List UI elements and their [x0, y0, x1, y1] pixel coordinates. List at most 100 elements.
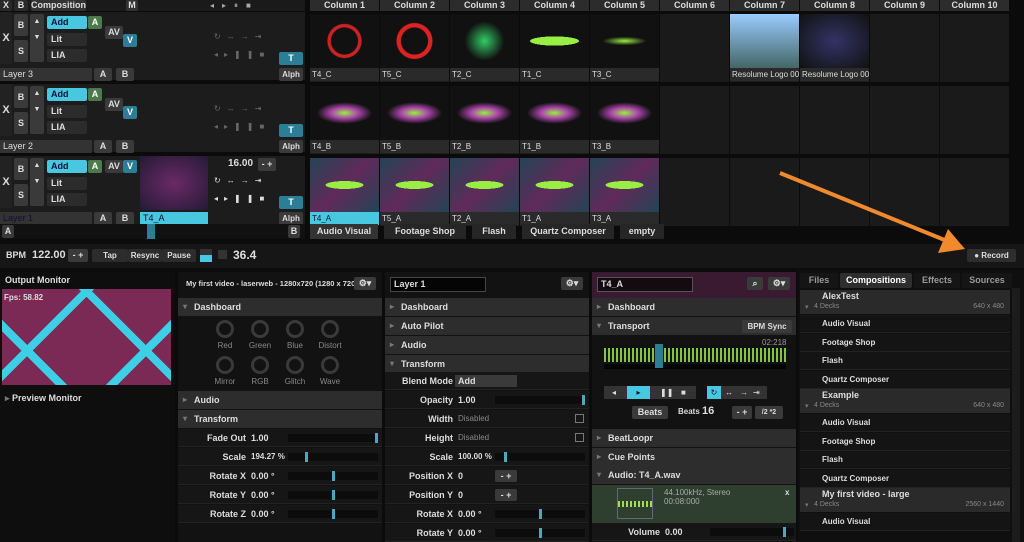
- deck-item[interactable]: Audio Visual: [800, 513, 1010, 531]
- knob-mirror[interactable]: [216, 356, 234, 374]
- section-audio[interactable]: Audio: [178, 391, 382, 409]
- clip-cell[interactable]: [940, 86, 1009, 154]
- av-button[interactable]: AV: [105, 160, 123, 173]
- param-slider[interactable]: [288, 453, 378, 461]
- clip-cell[interactable]: T1_C: [520, 14, 589, 82]
- layer-name[interactable]: Layer 3: [0, 68, 92, 81]
- section-dashboard[interactable]: Dashboard: [385, 298, 589, 316]
- section-transform[interactable]: Transform: [385, 355, 589, 373]
- video-button[interactable]: V: [123, 34, 137, 47]
- deck-tab[interactable]: Footage Shop: [384, 224, 466, 239]
- clip-transport-buttons[interactable]: ◂ ▸ ❚❚ ■: [604, 386, 696, 399]
- slider-handle[interactable]: [539, 528, 542, 538]
- knob-rgb[interactable]: [251, 356, 269, 374]
- column-header[interactable]: Column 5: [590, 0, 659, 11]
- param-value[interactable]: 0.00 °: [251, 505, 275, 523]
- param-stepper[interactable]: - +: [495, 489, 517, 501]
- pause-button[interactable]: Pause: [162, 249, 196, 262]
- crossfader-b[interactable]: B: [288, 225, 300, 238]
- deck-item[interactable]: Flash: [800, 352, 1010, 370]
- collapse-icon[interactable]: ▾: [805, 501, 809, 509]
- slider-handle[interactable]: [582, 395, 585, 405]
- layer-solo-button[interactable]: S: [14, 112, 28, 134]
- section-transform[interactable]: Transform: [178, 410, 382, 428]
- column-header[interactable]: Column 6: [660, 0, 729, 11]
- beats-mode-select[interactable]: Beats: [632, 406, 668, 419]
- deck-item[interactable]: Quartz Composer: [800, 470, 1010, 488]
- clip-cell[interactable]: T5_B: [380, 86, 449, 154]
- deck-tab[interactable]: Audio Visual: [310, 224, 378, 239]
- deck-item[interactable]: Audio Visual: [800, 315, 1010, 333]
- knob-glitch[interactable]: [286, 356, 304, 374]
- param-slider[interactable]: [288, 510, 378, 518]
- composition-group[interactable]: AlexTest▾4 Decks640 x 480: [800, 290, 1010, 314]
- knob-wave[interactable]: [321, 356, 339, 374]
- param-value[interactable]: 194.27 %: [251, 448, 285, 466]
- lia-select[interactable]: LIA: [47, 121, 87, 134]
- section-auto-pilot[interactable]: Auto Pilot: [385, 317, 589, 335]
- param-slider[interactable]: [495, 453, 585, 461]
- tap-button[interactable]: Tap: [92, 249, 128, 262]
- section-audio-file[interactable]: Audio: T4_A.wav: [592, 466, 796, 484]
- lit-select[interactable]: Lit: [47, 105, 87, 118]
- layer-move-button[interactable]: ▲ ▼: [30, 158, 44, 206]
- param-slider[interactable]: [495, 510, 585, 518]
- param-stepper[interactable]: - +: [495, 470, 517, 482]
- slider-handle[interactable]: [504, 452, 507, 462]
- section-cue-points[interactable]: Cue Points: [592, 448, 796, 466]
- clip-cell[interactable]: T4_A: [310, 158, 379, 226]
- beats-stepper[interactable]: - +: [732, 406, 752, 419]
- crossfader-a-button[interactable]: A: [94, 68, 112, 81]
- blend-mode-select[interactable]: Add: [455, 375, 517, 387]
- layer-bypass-button[interactable]: B: [14, 158, 28, 180]
- param-slider[interactable]: [495, 396, 585, 404]
- clip-cell[interactable]: T2_B: [450, 86, 519, 154]
- clip-cell[interactable]: T1_B: [520, 86, 589, 154]
- section-beatloopr[interactable]: BeatLoopr: [592, 429, 796, 447]
- column-header[interactable]: Column 7: [730, 0, 799, 11]
- browser-scrollbar[interactable]: [1012, 288, 1020, 542]
- param-value[interactable]: 0: [458, 486, 463, 504]
- layer-name[interactable]: Layer 2: [0, 140, 92, 153]
- clip-cell[interactable]: T5_C: [380, 14, 449, 82]
- deck-item[interactable]: Quartz Composer: [800, 371, 1010, 389]
- av-button[interactable]: AV: [105, 26, 123, 39]
- layer-transport[interactable]: ↻↔→⇥ ◂▸❚❚■: [210, 172, 276, 208]
- bounce-icon[interactable]: ↔: [725, 386, 733, 399]
- slider-handle[interactable]: [539, 509, 542, 519]
- clip-cell[interactable]: [730, 86, 799, 154]
- composition-label[interactable]: Composition: [31, 0, 86, 11]
- browser-tab-files[interactable]: Files: [800, 273, 838, 288]
- deck-item[interactable]: Flash: [800, 451, 1010, 469]
- layer-bypass-button[interactable]: B: [14, 86, 28, 108]
- beats-divide-multiply[interactable]: /2 *2: [755, 406, 783, 419]
- clip-cell[interactable]: T4_C: [310, 14, 379, 82]
- clip-cell[interactable]: Resolume Logo 001: [800, 14, 869, 82]
- clip-cell[interactable]: [940, 14, 1009, 82]
- sync-mode-select[interactable]: BPM Sync: [742, 320, 792, 333]
- blend-mode-select[interactable]: Add: [47, 88, 87, 101]
- clip-cell[interactable]: T3_A: [590, 158, 659, 226]
- param-slider[interactable]: [495, 529, 585, 537]
- param-value[interactable]: 1.00: [458, 391, 476, 409]
- blend-mode-select[interactable]: Add: [47, 160, 87, 173]
- param-value[interactable]: 0.00 °: [251, 486, 275, 504]
- lia-select[interactable]: LIA: [47, 49, 87, 62]
- pause-icon[interactable]: ❚❚: [660, 386, 673, 399]
- stop-icon[interactable]: ■: [681, 386, 686, 399]
- param-value[interactable]: 0.00 °: [458, 524, 482, 542]
- clip-timeline[interactable]: [604, 364, 786, 369]
- column-header[interactable]: Column 3: [450, 0, 519, 11]
- section-audio[interactable]: Audio: [385, 336, 589, 354]
- param-checkbox[interactable]: [575, 414, 584, 423]
- slider-handle[interactable]: [305, 452, 308, 462]
- lit-select[interactable]: Lit: [47, 33, 87, 46]
- volume-slider[interactable]: [710, 528, 794, 536]
- play-once-hold-icon[interactable]: ⇥: [753, 386, 760, 399]
- transition-button[interactable]: T: [279, 124, 303, 137]
- clip-cell[interactable]: T3_C: [590, 14, 659, 82]
- deck-tab[interactable]: Quartz Composer: [522, 224, 614, 239]
- clip-cell[interactable]: [870, 14, 939, 82]
- composition-clear-button[interactable]: X: [0, 0, 12, 11]
- layer-solo-button[interactable]: S: [14, 40, 28, 62]
